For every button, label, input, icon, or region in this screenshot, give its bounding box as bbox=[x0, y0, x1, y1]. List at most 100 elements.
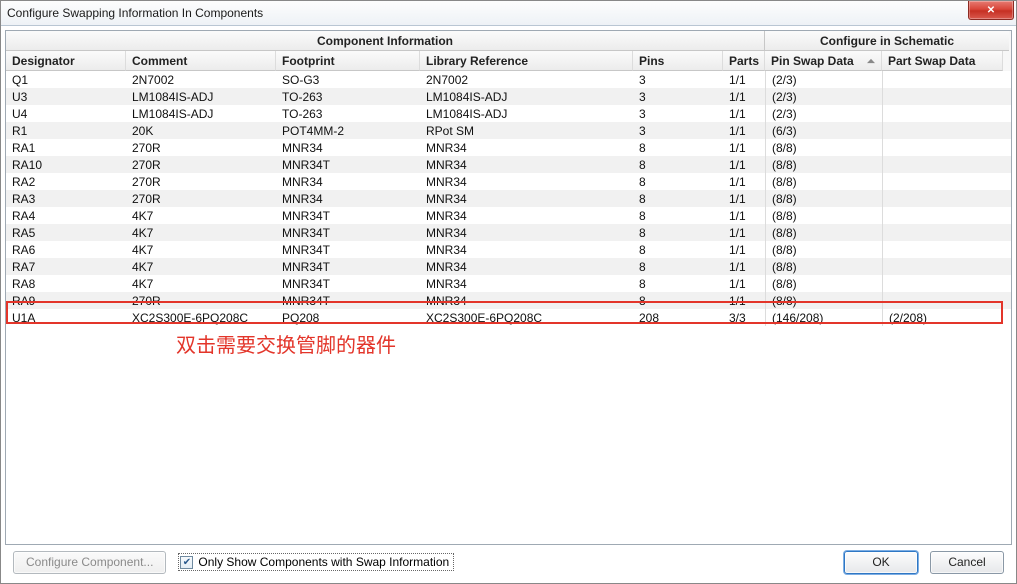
col-libref[interactable]: Library Reference bbox=[420, 51, 633, 71]
cell-parts: 1/1 bbox=[723, 275, 765, 292]
cell-des: RA1 bbox=[6, 139, 126, 156]
cell-pin: (2/3) bbox=[765, 105, 882, 122]
ok-button[interactable]: OK bbox=[844, 551, 918, 574]
cancel-button[interactable]: Cancel bbox=[930, 551, 1004, 574]
cell-com: 20K bbox=[126, 122, 276, 139]
only-show-swap-checkbox[interactable]: ✔ Only Show Components with Swap Informa… bbox=[178, 553, 454, 571]
close-button[interactable]: ✕ bbox=[968, 1, 1014, 20]
component-grid[interactable]: Component Information Configure in Schem… bbox=[5, 30, 1012, 545]
cell-pin: (8/8) bbox=[765, 292, 882, 309]
cell-part bbox=[882, 292, 1003, 309]
column-header-row: Designator Comment Footprint Library Ref… bbox=[6, 51, 1011, 71]
cell-com: 270R bbox=[126, 190, 276, 207]
cell-parts: 1/1 bbox=[723, 105, 765, 122]
table-row[interactable]: RA1270RMNR34MNR3481/1(8/8) bbox=[6, 139, 1011, 156]
cell-pin: (8/8) bbox=[765, 190, 882, 207]
table-row[interactable]: RA10270RMNR34TMNR3481/1(8/8) bbox=[6, 156, 1011, 173]
cell-lib: RPot SM bbox=[420, 122, 633, 139]
close-icon: ✕ bbox=[987, 5, 995, 16]
cell-com: 270R bbox=[126, 156, 276, 173]
cell-des: U3 bbox=[6, 88, 126, 105]
cell-part bbox=[882, 105, 1003, 122]
grid-body[interactable]: Q12N7002SO-G32N700231/1(2/3)U3LM1084IS-A… bbox=[6, 71, 1011, 544]
cell-com: 4K7 bbox=[126, 275, 276, 292]
cell-foot: SO-G3 bbox=[276, 71, 420, 88]
col-pins[interactable]: Pins bbox=[633, 51, 723, 71]
cell-pin: (6/3) bbox=[765, 122, 882, 139]
cell-pins: 8 bbox=[633, 224, 723, 241]
cell-des: U1A bbox=[6, 309, 126, 326]
cell-pins: 3 bbox=[633, 122, 723, 139]
cell-com: 4K7 bbox=[126, 241, 276, 258]
cell-lib: MNR34 bbox=[420, 190, 633, 207]
table-row[interactable]: U1AXC2S300E-6PQ208CPQ208XC2S300E-6PQ208C… bbox=[6, 309, 1011, 326]
cell-pins: 8 bbox=[633, 173, 723, 190]
table-row[interactable]: RA2270RMNR34MNR3481/1(8/8) bbox=[6, 173, 1011, 190]
cell-part bbox=[882, 156, 1003, 173]
cell-lib: MNR34 bbox=[420, 224, 633, 241]
table-row[interactable]: RA84K7MNR34TMNR3481/1(8/8) bbox=[6, 275, 1011, 292]
cell-foot: MNR34 bbox=[276, 190, 420, 207]
cell-com: 270R bbox=[126, 139, 276, 156]
cell-des: U4 bbox=[6, 105, 126, 122]
cell-pins: 3 bbox=[633, 71, 723, 88]
cell-parts: 1/1 bbox=[723, 156, 765, 173]
cell-com: 4K7 bbox=[126, 258, 276, 275]
col-footprint[interactable]: Footprint bbox=[276, 51, 420, 71]
table-row[interactable]: R120KPOT4MM-2RPot SM31/1(6/3) bbox=[6, 122, 1011, 139]
table-row[interactable]: U3LM1084IS-ADJTO-263LM1084IS-ADJ31/1(2/3… bbox=[6, 88, 1011, 105]
table-row[interactable]: RA9270RMNR34TMNR3481/1(8/8) bbox=[6, 292, 1011, 309]
dialog-window: Configure Swapping Information In Compon… bbox=[0, 0, 1017, 584]
table-row[interactable]: RA3270RMNR34MNR3481/1(8/8) bbox=[6, 190, 1011, 207]
cell-lib: MNR34 bbox=[420, 258, 633, 275]
cell-lib: MNR34 bbox=[420, 241, 633, 258]
cell-pins: 8 bbox=[633, 275, 723, 292]
col-comment[interactable]: Comment bbox=[126, 51, 276, 71]
cell-lib: LM1084IS-ADJ bbox=[420, 88, 633, 105]
cell-lib: MNR34 bbox=[420, 275, 633, 292]
cell-com: XC2S300E-6PQ208C bbox=[126, 309, 276, 326]
cell-pin: (8/8) bbox=[765, 258, 882, 275]
content-area: Component Information Configure in Schem… bbox=[1, 26, 1016, 583]
table-row[interactable]: RA44K7MNR34TMNR3481/1(8/8) bbox=[6, 207, 1011, 224]
cell-pins: 3 bbox=[633, 105, 723, 122]
cell-lib: MNR34 bbox=[420, 139, 633, 156]
cell-pin: (146/208) bbox=[765, 309, 882, 326]
cell-foot: MNR34T bbox=[276, 241, 420, 258]
col-pinswap[interactable]: Pin Swap Data bbox=[765, 51, 882, 71]
cell-pin: (8/8) bbox=[765, 156, 882, 173]
titlebar[interactable]: Configure Swapping Information In Compon… bbox=[1, 1, 1016, 26]
cell-parts: 1/1 bbox=[723, 292, 765, 309]
cell-foot: POT4MM-2 bbox=[276, 122, 420, 139]
cell-pin: (2/3) bbox=[765, 88, 882, 105]
table-row[interactable]: RA54K7MNR34TMNR3481/1(8/8) bbox=[6, 224, 1011, 241]
cell-foot: TO-263 bbox=[276, 105, 420, 122]
table-row[interactable]: Q12N7002SO-G32N700231/1(2/3) bbox=[6, 71, 1011, 88]
annotation-text: 双击需要交换管脚的器件 bbox=[176, 329, 396, 358]
cell-lib: MNR34 bbox=[420, 173, 633, 190]
cell-part bbox=[882, 122, 1003, 139]
cell-parts: 1/1 bbox=[723, 258, 765, 275]
cell-lib: MNR34 bbox=[420, 156, 633, 173]
table-row[interactable]: RA64K7MNR34TMNR3481/1(8/8) bbox=[6, 241, 1011, 258]
cell-des: RA9 bbox=[6, 292, 126, 309]
cell-pin: (8/8) bbox=[765, 139, 882, 156]
col-parts[interactable]: Parts bbox=[723, 51, 765, 71]
cell-com: 270R bbox=[126, 173, 276, 190]
cell-foot: MNR34T bbox=[276, 258, 420, 275]
group-header-compinfo[interactable]: Component Information bbox=[6, 31, 765, 51]
cell-part: (2/208) bbox=[882, 309, 1003, 326]
cell-com: 2N7002 bbox=[126, 71, 276, 88]
col-designator[interactable]: Designator bbox=[6, 51, 126, 71]
cell-com: 4K7 bbox=[126, 224, 276, 241]
cell-part bbox=[882, 241, 1003, 258]
table-row[interactable]: U4LM1084IS-ADJTO-263LM1084IS-ADJ31/1(2/3… bbox=[6, 105, 1011, 122]
cell-part bbox=[882, 258, 1003, 275]
table-row[interactable]: RA74K7MNR34TMNR3481/1(8/8) bbox=[6, 258, 1011, 275]
cell-foot: MNR34T bbox=[276, 207, 420, 224]
cell-parts: 1/1 bbox=[723, 88, 765, 105]
col-partswap[interactable]: Part Swap Data bbox=[882, 51, 1003, 71]
cell-parts: 1/1 bbox=[723, 139, 765, 156]
cell-des: Q1 bbox=[6, 71, 126, 88]
group-header-config[interactable]: Configure in Schematic bbox=[765, 31, 1009, 51]
